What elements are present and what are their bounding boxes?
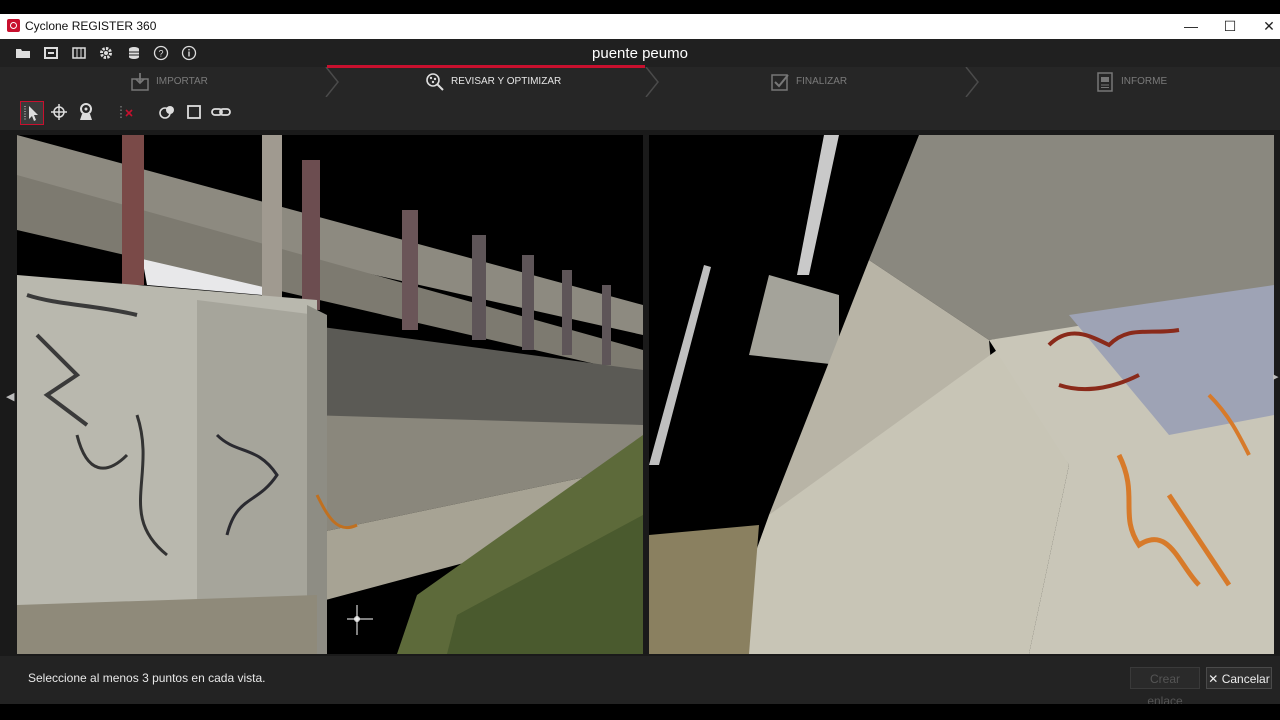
right-collapse-arrow-icon[interactable]: ▸ (1273, 370, 1279, 383)
cancel-label: Cancelar (1221, 672, 1270, 686)
workflow-steps: IMPORTAR REVISAR Y OPTIMIZAR FINALIZAR I… (0, 67, 1280, 97)
link-icon[interactable] (209, 101, 233, 125)
step-label-informe: INFORME (1121, 76, 1168, 87)
window-title: Cyclone REGISTER 360 (25, 19, 157, 33)
app-logo-icon (7, 19, 20, 32)
step-label-importar: IMPORTAR (156, 76, 208, 87)
clear-points-icon[interactable] (114, 101, 138, 125)
box-icon[interactable] (182, 101, 206, 125)
step-label-revisar: REVISAR Y OPTIMIZAR (451, 76, 562, 87)
cancel-button[interactable]: ✕ Cancelar (1206, 667, 1272, 689)
merge-icon[interactable] (155, 101, 179, 125)
finalize-icon (770, 72, 790, 92)
view-toolbar (0, 97, 1280, 130)
station-icon[interactable] (74, 101, 98, 125)
right-point-cloud-view[interactable] (649, 135, 1274, 654)
report-icon (1095, 72, 1115, 92)
close-icon: ✕ (1208, 672, 1219, 686)
viewports-area: ◀ ▸ (0, 130, 1280, 656)
target-crosshair-icon[interactable] (47, 101, 71, 125)
screen-top-strip (0, 0, 1280, 14)
status-message: Seleccione al menos 3 puntos en cada vis… (28, 671, 266, 685)
window-titlebar: Cyclone REGISTER 360 — ☐ ✕ (0, 14, 1280, 39)
create-link-button[interactable]: Crear enlace (1130, 667, 1200, 708)
screen-bottom-strip (0, 704, 1280, 720)
project-title: puente peumo (592, 45, 688, 62)
import-icon (130, 72, 150, 92)
status-bar: Seleccione al menos 3 puntos en cada vis… (0, 656, 1280, 708)
left-collapse-arrow-icon[interactable]: ◀ (6, 390, 14, 403)
step-label-finalizar: FINALIZAR (796, 76, 848, 87)
close-window-button[interactable]: ✕ (1246, 14, 1280, 39)
select-pointer-icon[interactable] (20, 101, 44, 125)
left-point-cloud-view[interactable] (17, 135, 643, 654)
active-step-indicator (327, 65, 645, 68)
review-icon (425, 72, 445, 92)
